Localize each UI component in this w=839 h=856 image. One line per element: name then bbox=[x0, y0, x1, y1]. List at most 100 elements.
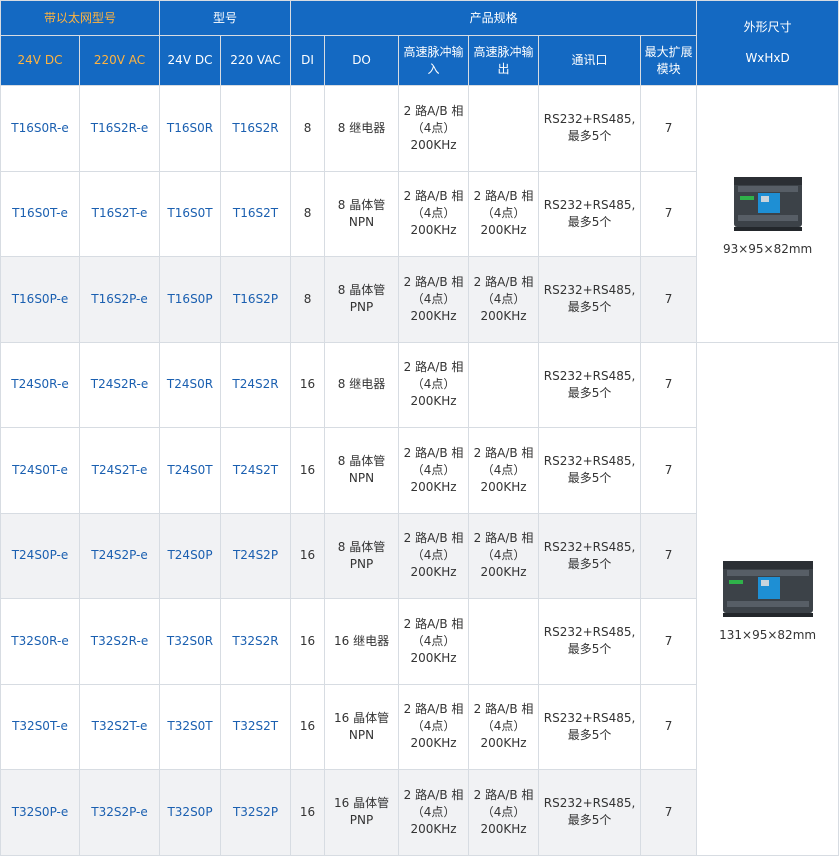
model-24vdc-ethernet[interactable]: T16S0P-e bbox=[0, 256, 80, 343]
model-220vac[interactable]: T16S2P bbox=[220, 256, 292, 343]
model-220vac[interactable]: T24S2R bbox=[220, 341, 292, 428]
product-spec-table: 带以太网型号 型号 产品规格 外形尺寸 WxHxD 24V DC 220V AC… bbox=[0, 0, 839, 856]
max-ext-modules: 7 bbox=[640, 598, 698, 685]
model-24vdc-ethernet[interactable]: T24S0T-e bbox=[0, 427, 80, 514]
model-220vac-ethernet[interactable]: T24S2P-e bbox=[78, 512, 161, 599]
model-220vac[interactable]: T16S2R bbox=[220, 85, 292, 172]
hs-input-spec: 2 路A/B 相 （4点） 200KHz bbox=[398, 512, 470, 599]
comm-port-spec: RS232+RS485, 最多5个 bbox=[538, 341, 642, 428]
model-220vac-ethernet[interactable]: T32S2R-e bbox=[78, 598, 161, 685]
max-ext-modules: 7 bbox=[640, 170, 698, 257]
comm-port-spec: RS232+RS485, 最多5个 bbox=[538, 85, 642, 172]
header-dimensions-unit: WxHxD bbox=[745, 51, 790, 65]
do-spec: 16 晶体管 NPN bbox=[324, 683, 400, 770]
di-count: 16 bbox=[290, 769, 326, 856]
comm-port-spec: RS232+RS485, 最多5个 bbox=[538, 598, 642, 685]
col-220vac: 220 VAC bbox=[220, 35, 292, 86]
hs-input-spec: 2 路A/B 相 （4点） 200KHz bbox=[398, 256, 470, 343]
col-hs-input: 高速脉冲输入 bbox=[398, 35, 470, 86]
model-24vdc[interactable]: T32S0T bbox=[159, 683, 222, 770]
dimension-cell: 131×95×82mm bbox=[696, 341, 839, 856]
col-220vac-ethernet: 220V AC bbox=[78, 35, 161, 86]
col-do: DO bbox=[324, 35, 400, 86]
di-count: 16 bbox=[290, 427, 326, 514]
hs-input-spec: 2 路A/B 相 （4点） 200KHz bbox=[398, 769, 470, 856]
dimension-size: 131×95×82mm bbox=[719, 628, 817, 642]
hs-input-spec: 2 路A/B 相 （4点） 200KHz bbox=[398, 427, 470, 514]
model-24vdc[interactable]: T16S0P bbox=[159, 256, 222, 343]
model-220vac-ethernet[interactable]: T16S2P-e bbox=[78, 256, 161, 343]
di-count: 16 bbox=[290, 341, 326, 428]
col-comm: 通讯口 bbox=[538, 35, 642, 86]
model-24vdc[interactable]: T24S0P bbox=[159, 512, 222, 599]
model-220vac-ethernet[interactable]: T32S2T-e bbox=[78, 683, 161, 770]
model-220vac[interactable]: T24S2P bbox=[220, 512, 292, 599]
max-ext-modules: 7 bbox=[640, 427, 698, 514]
do-spec: 8 晶体管 PNP bbox=[324, 256, 400, 343]
di-count: 16 bbox=[290, 598, 326, 685]
di-count: 8 bbox=[290, 256, 326, 343]
model-24vdc[interactable]: T16S0T bbox=[159, 170, 222, 257]
model-220vac[interactable]: T32S2T bbox=[220, 683, 292, 770]
model-220vac-ethernet[interactable]: T16S2R-e bbox=[78, 85, 161, 172]
do-spec: 8 继电器 bbox=[324, 341, 400, 428]
model-24vdc-ethernet[interactable]: T24S0R-e bbox=[0, 341, 80, 428]
header-dimensions-label: 外形尺寸 bbox=[743, 20, 792, 34]
hs-output-spec: 2 路A/B 相 （4点） 200KHz bbox=[468, 256, 540, 343]
max-ext-modules: 7 bbox=[640, 85, 698, 172]
hs-output-spec bbox=[468, 598, 540, 685]
hs-output-spec: 2 路A/B 相 （4点） 200KHz bbox=[468, 170, 540, 257]
do-spec: 16 晶体管 PNP bbox=[324, 769, 400, 856]
model-24vdc-ethernet[interactable]: T24S0P-e bbox=[0, 512, 80, 599]
hs-input-spec: 2 路A/B 相 （4点） 200KHz bbox=[398, 85, 470, 172]
hs-output-spec bbox=[468, 85, 540, 172]
model-24vdc-ethernet[interactable]: T32S0P-e bbox=[0, 769, 80, 856]
model-24vdc-ethernet[interactable]: T32S0R-e bbox=[0, 598, 80, 685]
comm-port-spec: RS232+RS485, 最多5个 bbox=[538, 512, 642, 599]
hs-output-spec: 2 路A/B 相 （4点） 200KHz bbox=[468, 683, 540, 770]
hs-output-spec: 2 路A/B 相 （4点） 200KHz bbox=[468, 769, 540, 856]
hs-output-spec: 2 路A/B 相 （4点） 200KHz bbox=[468, 512, 540, 599]
hs-input-spec: 2 路A/B 相 （4点） 200KHz bbox=[398, 170, 470, 257]
plc-16-point-image bbox=[733, 177, 802, 232]
do-spec: 8 继电器 bbox=[324, 85, 400, 172]
model-24vdc[interactable]: T16S0R bbox=[159, 85, 222, 172]
max-ext-modules: 7 bbox=[640, 256, 698, 343]
header-product-spec: 产品规格 bbox=[290, 0, 698, 36]
comm-port-spec: RS232+RS485, 最多5个 bbox=[538, 170, 642, 257]
col-24vdc: 24V DC bbox=[159, 35, 222, 86]
model-24vdc-ethernet[interactable]: T16S0T-e bbox=[0, 170, 80, 257]
model-220vac-ethernet[interactable]: T24S2R-e bbox=[78, 341, 161, 428]
model-24vdc-ethernet[interactable]: T32S0T-e bbox=[0, 683, 80, 770]
table-row: T24S0R-e T24S2R-e T24S0R T24S2R 16 8 继电器 2 路A/… bbox=[0, 341, 839, 856]
model-220vac-ethernet[interactable]: T16S2T-e bbox=[78, 170, 161, 257]
di-count: 16 bbox=[290, 683, 326, 770]
model-24vdc[interactable]: T32S0R bbox=[159, 598, 222, 685]
model-24vdc[interactable]: T32S0P bbox=[159, 769, 222, 856]
header-models: 型号 bbox=[159, 0, 292, 36]
model-220vac-ethernet[interactable]: T24S2T-e bbox=[78, 427, 161, 514]
col-24vdc-ethernet: 24V DC bbox=[0, 35, 80, 86]
model-24vdc-ethernet[interactable]: T16S0R-e bbox=[0, 85, 80, 172]
model-24vdc[interactable]: T24S0T bbox=[159, 427, 222, 514]
table-row: T16S0R-e T16S2R-e T16S0R T16S2R 8 8 继电器 2 路A/B… bbox=[0, 85, 839, 343]
model-24vdc[interactable]: T24S0R bbox=[159, 341, 222, 428]
max-ext-modules: 7 bbox=[640, 512, 698, 599]
plc-24-32-point-image bbox=[722, 561, 813, 617]
do-spec: 8 晶体管 PNP bbox=[324, 512, 400, 599]
comm-port-spec: RS232+RS485, 最多5个 bbox=[538, 769, 642, 856]
model-220vac[interactable]: T16S2T bbox=[220, 170, 292, 257]
dimension-size: 93×95×82mm bbox=[722, 242, 813, 257]
di-count: 8 bbox=[290, 170, 326, 257]
do-spec: 8 晶体管 NPN bbox=[324, 170, 400, 257]
model-220vac-ethernet[interactable]: T32S2P-e bbox=[78, 769, 161, 856]
hs-input-spec: 2 路A/B 相 （4点） 200KHz bbox=[398, 598, 470, 685]
model-220vac[interactable]: T24S2T bbox=[220, 427, 292, 514]
do-spec: 8 晶体管 NPN bbox=[324, 427, 400, 514]
hs-output-spec: 2 路A/B 相 （4点） 200KHz bbox=[468, 427, 540, 514]
header-dimensions: 外形尺寸 WxHxD bbox=[696, 0, 839, 86]
comm-port-spec: RS232+RS485, 最多5个 bbox=[538, 683, 642, 770]
col-max-ext: 最大扩展模块 bbox=[640, 35, 698, 86]
model-220vac[interactable]: T32S2R bbox=[220, 598, 292, 685]
model-220vac[interactable]: T32S2P bbox=[220, 769, 292, 856]
